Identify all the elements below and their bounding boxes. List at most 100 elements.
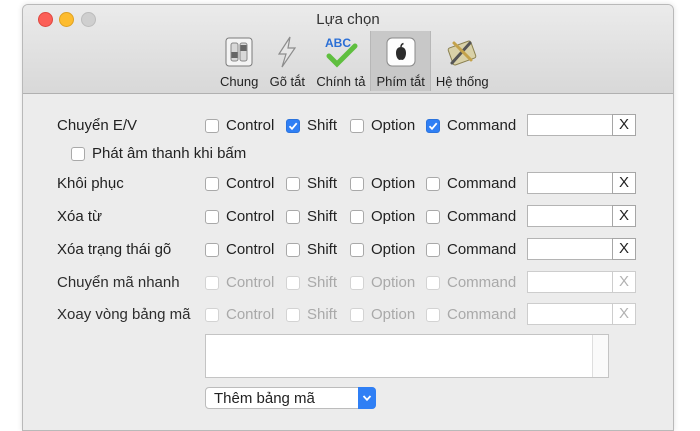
- clear-button[interactable]: X: [612, 238, 636, 260]
- checkbox-label: Control: [226, 306, 275, 323]
- checkbox-label: Shift: [307, 208, 338, 225]
- tab-label: Chung: [220, 74, 259, 89]
- key-field[interactable]: [527, 238, 614, 260]
- checkbox-label: Shift: [307, 306, 338, 323]
- shift-checkbox: Shift: [286, 274, 337, 291]
- shortcut-row-khoi-phuc: Khôi phục Control Shift Option Command X: [23, 172, 673, 196]
- key-field[interactable]: [527, 114, 614, 136]
- control-checkbox: Control: [205, 306, 274, 323]
- checkbox-label: Phát âm thanh khi bấm: [92, 145, 247, 162]
- tab-go-tat[interactable]: Gõ tắt: [263, 31, 311, 91]
- clear-button[interactable]: X: [612, 205, 636, 227]
- command-checkbox: Command: [426, 306, 516, 323]
- checkbox-label: Option: [371, 175, 416, 192]
- checkbox-label: Command: [447, 241, 517, 258]
- tab-chinh-ta[interactable]: ABC Chính tả: [311, 31, 370, 91]
- tab-he-thong[interactable]: Hệ thống: [431, 31, 494, 91]
- shift-checkbox[interactable]: Shift: [286, 175, 337, 192]
- checkbox-box: [205, 209, 219, 224]
- checkbox-box: [286, 307, 300, 322]
- clear-button[interactable]: X: [612, 114, 636, 136]
- checkbox-box: [350, 118, 364, 133]
- command-checkbox[interactable]: Command: [426, 208, 516, 225]
- checkbox-label: Option: [371, 274, 416, 291]
- abc-check-icon: ABC: [322, 34, 360, 70]
- lightning-icon: [268, 34, 306, 70]
- titlebar: Lựa chọn Chung Gõ tắt ABC Chính tả Phím …: [23, 5, 673, 94]
- checkbox-label: Control: [226, 117, 275, 134]
- preferences-window: Lựa chọn Chung Gõ tắt ABC Chính tả Phím …: [22, 4, 674, 431]
- key-field[interactable]: [527, 205, 614, 227]
- checkbox-label: Control: [226, 274, 275, 291]
- checkbox-label: Option: [371, 117, 416, 134]
- shift-checkbox[interactable]: Shift: [286, 208, 337, 225]
- option-checkbox[interactable]: Option: [350, 241, 415, 258]
- shortcuts-panel: Chuyển E/V Control Shift Option Command: [23, 94, 673, 430]
- control-checkbox: Control: [205, 274, 274, 291]
- key-field: [527, 271, 614, 293]
- checkbox-box: [350, 209, 364, 224]
- checkbox-box: [350, 176, 364, 191]
- checkbox-box: [205, 176, 219, 191]
- control-checkbox[interactable]: Control: [205, 241, 274, 258]
- shortcut-row-chuyen-ma-nhanh: Chuyển mã nhanh Control Shift Option Com…: [23, 271, 673, 295]
- checkbox-box: [426, 275, 440, 290]
- key-field: [527, 303, 614, 325]
- sound-checkbox[interactable]: Phát âm thanh khi bấm: [71, 145, 246, 162]
- option-checkbox: Option: [350, 274, 415, 291]
- checkbox-label: Command: [447, 274, 517, 291]
- key-field[interactable]: [527, 172, 614, 194]
- row-label: Xoay vòng bảng mã: [57, 306, 191, 323]
- option-checkbox[interactable]: Option: [350, 117, 415, 134]
- checkbox-label: Control: [226, 208, 275, 225]
- checkbox-label: Control: [226, 241, 275, 258]
- control-checkbox[interactable]: Control: [205, 208, 274, 225]
- checkbox-label: Command: [447, 208, 517, 225]
- shortcut-row-chuyen-ev: Chuyển E/V Control Shift Option Command: [23, 114, 673, 138]
- option-checkbox[interactable]: Option: [350, 175, 415, 192]
- tab-label: Phím tắt: [376, 74, 425, 89]
- checkbox-box: [426, 209, 440, 224]
- apple-key-icon: [382, 34, 420, 70]
- shift-checkbox[interactable]: Shift: [286, 117, 337, 134]
- shortcut-row-xoa-trang-thai-go: Xóa trạng thái gõ Control Shift Option C…: [23, 238, 673, 262]
- switch-panel-icon: [220, 34, 258, 70]
- add-code-table-select[interactable]: Thêm bảng mã: [205, 387, 376, 409]
- row-label: Chuyển E/V: [57, 117, 138, 134]
- tab-label: Hệ thống: [435, 74, 489, 89]
- tab-chung[interactable]: Chung: [215, 31, 263, 91]
- checkbox-label: Control: [226, 175, 275, 192]
- checkbox-box: [286, 242, 300, 257]
- sound-option-row: Phát âm thanh khi bấm: [23, 142, 673, 166]
- tab-phim-tat[interactable]: Phím tắt: [370, 31, 431, 91]
- checkbox-box: [205, 118, 219, 133]
- command-checkbox[interactable]: Command: [426, 241, 516, 258]
- checkbox-box: [286, 209, 300, 224]
- shortcut-row-xoa-tu: Xóa từ Control Shift Option Command X: [23, 205, 673, 229]
- command-checkbox[interactable]: Command: [426, 117, 516, 134]
- control-checkbox[interactable]: Control: [205, 117, 274, 134]
- checkbox-box: [71, 146, 85, 161]
- checkbox-box: [426, 242, 440, 257]
- checkbox-box: [205, 275, 219, 290]
- shift-checkbox[interactable]: Shift: [286, 241, 337, 258]
- scrollbar[interactable]: [592, 335, 608, 377]
- checkmark-icon: [426, 118, 440, 133]
- clear-button: X: [612, 303, 636, 325]
- checkbox-box: [286, 275, 300, 290]
- checkbox-box: [205, 307, 219, 322]
- row-label: Chuyển mã nhanh: [57, 274, 180, 291]
- select-label: Thêm bảng mã: [214, 390, 315, 407]
- command-checkbox: Command: [426, 274, 516, 291]
- row-label: Xóa từ: [57, 208, 103, 225]
- checkbox-label: Shift: [307, 117, 338, 134]
- control-checkbox[interactable]: Control: [205, 175, 274, 192]
- checkbox-box: [350, 242, 364, 257]
- code-table-list[interactable]: [205, 334, 609, 378]
- checkbox-label: Option: [371, 306, 416, 323]
- command-checkbox[interactable]: Command: [426, 175, 516, 192]
- checkbox-box: [426, 176, 440, 191]
- window-title: Lựa chọn: [316, 11, 380, 28]
- option-checkbox[interactable]: Option: [350, 208, 415, 225]
- clear-button[interactable]: X: [612, 172, 636, 194]
